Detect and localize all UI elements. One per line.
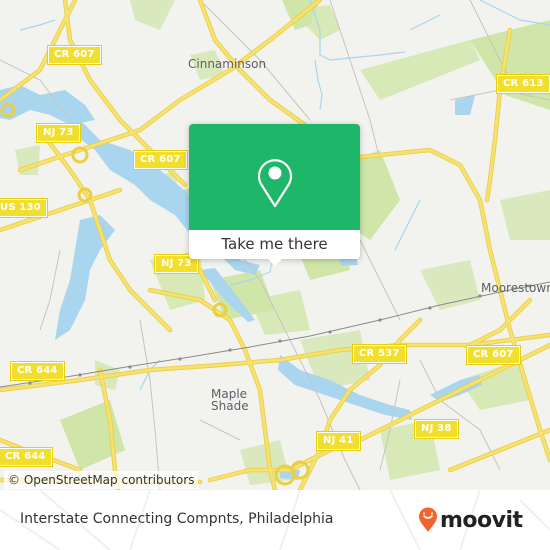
footer-bar: Interstate Connecting Compnts, Philadelp… — [0, 490, 550, 550]
road-shield: CR 537 — [352, 344, 407, 364]
location-popup: Take me there — [189, 124, 360, 266]
road-shield: CR 644 — [10, 361, 65, 381]
map-pin-icon — [257, 159, 293, 208]
place-label-maple-shade: Maple Shade — [211, 387, 249, 413]
popup-pointer — [267, 258, 283, 266]
road-shield: NJ 41 — [316, 431, 361, 451]
road-shield: CR 607 — [466, 345, 521, 365]
popup-header — [189, 124, 360, 230]
map-canvas[interactable]: Cinnaminson Moorestown Maple Shade CR 60… — [0, 0, 550, 490]
road-shield: CR 644 — [0, 447, 53, 467]
map-attribution[interactable]: © OpenStreetMap contributors — [4, 471, 199, 489]
road-shield: US 130 — [0, 198, 48, 218]
place-label-cinnaminson: Cinnaminson — [188, 57, 267, 71]
moovit-logo[interactable]: moovit — [418, 506, 523, 534]
moovit-wordmark: moovit — [440, 507, 523, 533]
road-shield: CR 607 — [47, 45, 102, 65]
moovit-pin-icon — [419, 507, 437, 532]
location-title: Interstate Connecting Compnts, Philadelp… — [20, 511, 334, 527]
take-me-there-button[interactable]: Take me there — [189, 230, 360, 259]
road-shield: NJ 73 — [36, 123, 81, 143]
road-shield: CR 607 — [133, 150, 188, 170]
road-shield: CR 613 — [496, 74, 550, 94]
place-label-moorestown: Moorestown — [481, 281, 550, 295]
road-shield: NJ 38 — [414, 419, 459, 439]
